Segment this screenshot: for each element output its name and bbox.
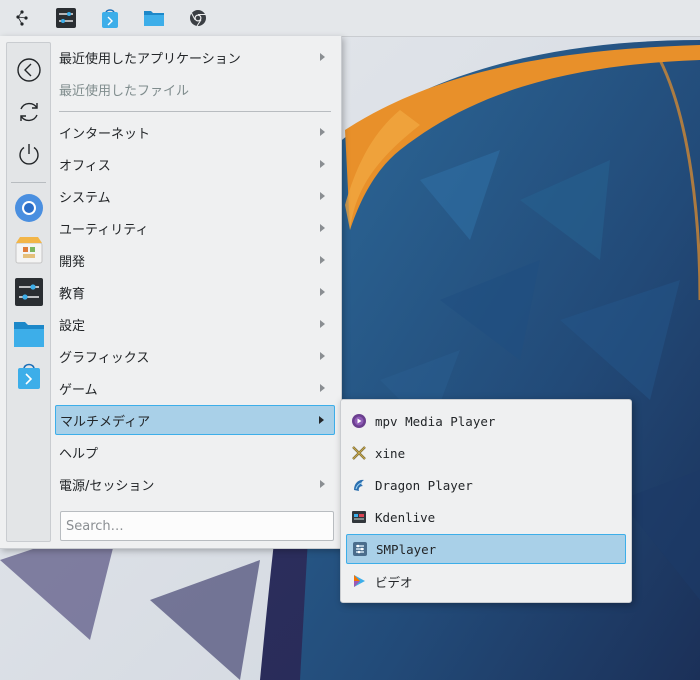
- sidebar-separator: [11, 182, 46, 183]
- submenu-arrow-icon: [320, 384, 325, 392]
- mpv-icon: [351, 413, 367, 429]
- submenu-arrow-icon: [320, 320, 325, 328]
- multimedia-submenu: mpv Media Player xine Dragon Player Kden…: [340, 399, 632, 603]
- menu-item-label: 最近使用したアプリケーション: [59, 51, 241, 67]
- menu-item-office[interactable]: オフィス: [55, 149, 335, 179]
- video-icon: [351, 573, 367, 589]
- submenu-item-kdenlive[interactable]: Kdenlive: [346, 502, 626, 532]
- menu-item-power-session[interactable]: 電源/セッション: [55, 469, 335, 499]
- application-menu: 最近使用したアプリケーション 最近使用したファイル インターネット オフィス シ…: [0, 36, 342, 549]
- refresh-icon: [19, 102, 38, 121]
- submenu-item-label: mpv Media Player: [375, 413, 496, 429]
- search-box: [60, 511, 334, 541]
- submenu-item-smplayer[interactable]: SMPlayer: [346, 534, 626, 564]
- menu-item-label: 設定: [59, 318, 86, 334]
- chrome-icon: [190, 10, 206, 27]
- menu-item-label: 最近使用したファイル: [59, 83, 190, 99]
- menu-item-system[interactable]: システム: [55, 181, 335, 211]
- menu-item-label: 電源/セッション: [59, 478, 155, 494]
- chromium-icon: [14, 193, 43, 222]
- back-arrow-icon: [16, 57, 41, 82]
- restart-button[interactable]: [12, 95, 45, 128]
- settings-sliders-icon: [56, 8, 76, 28]
- submenu-arrow-icon: [320, 53, 325, 61]
- menu-item-label: グラフィックス: [59, 350, 150, 366]
- dragon-player-icon: [351, 477, 367, 493]
- menu-item-education[interactable]: 教育: [55, 277, 335, 307]
- top-panel: [0, 0, 700, 37]
- smplayer-icon: [352, 541, 368, 557]
- submenu-item-label: SMPlayer: [376, 541, 437, 557]
- menu-separator: [59, 111, 331, 112]
- submenu-item-video[interactable]: ビデオ: [346, 566, 626, 596]
- menu-item-recent-files: 最近使用したファイル: [55, 74, 335, 104]
- folder-icon: [13, 321, 44, 347]
- favorite-chromium[interactable]: [12, 191, 45, 224]
- menu-item-label: インターネット: [59, 126, 151, 142]
- favorite-file-manager[interactable]: [12, 317, 45, 350]
- favorite-discover[interactable]: [12, 359, 45, 392]
- favorites-sidebar: [6, 42, 51, 542]
- submenu-item-dragon-player[interactable]: Dragon Player: [346, 470, 626, 500]
- taskbar-system-settings[interactable]: [44, 0, 88, 36]
- menu-item-help[interactable]: ヘルプ: [55, 437, 335, 467]
- submenu-arrow-icon: [320, 288, 325, 296]
- menu-item-label: 教育: [59, 286, 86, 302]
- menu-item-internet[interactable]: インターネット: [55, 117, 335, 147]
- menu-item-label: マルチメディア: [60, 414, 151, 430]
- kde-launcher-icon: [16, 10, 28, 26]
- submenu-arrow-icon: [320, 256, 325, 264]
- submenu-arrow-icon: [320, 160, 325, 168]
- menu-item-label: ヘルプ: [59, 446, 99, 462]
- menu-item-recent-applications[interactable]: 最近使用したアプリケーション: [55, 42, 335, 72]
- menu-item-settings[interactable]: 設定: [55, 309, 335, 339]
- menu-item-label: ゲーム: [59, 382, 98, 398]
- shutdown-button[interactable]: [12, 137, 45, 170]
- submenu-arrow-icon: [320, 352, 325, 360]
- power-icon: [18, 143, 39, 165]
- submenu-arrow-icon: [319, 416, 324, 424]
- menu-item-development[interactable]: 開発: [55, 245, 335, 275]
- submenu-item-mpv[interactable]: mpv Media Player: [346, 406, 626, 436]
- back-button[interactable]: [12, 53, 45, 86]
- submenu-arrow-icon: [320, 128, 325, 136]
- menu-item-utilities[interactable]: ユーティリティ: [55, 213, 335, 243]
- favorite-system-settings[interactable]: [12, 275, 45, 308]
- submenu-item-label: xine: [375, 445, 406, 461]
- shopping-bag-icon: [17, 363, 40, 389]
- favorite-software-store[interactable]: [12, 233, 45, 266]
- menu-item-label: システム: [59, 190, 111, 206]
- kdenlive-icon: [351, 509, 367, 525]
- launcher-button[interactable]: [0, 0, 44, 36]
- package-store-icon: [15, 236, 42, 263]
- menu-item-games[interactable]: ゲーム: [55, 373, 335, 403]
- taskbar-chrome[interactable]: [176, 0, 220, 36]
- submenu-item-xine[interactable]: xine: [346, 438, 626, 468]
- search-input[interactable]: [61, 512, 333, 540]
- submenu-arrow-icon: [320, 192, 325, 200]
- xine-icon: [351, 445, 367, 461]
- folder-icon: [144, 11, 164, 26]
- submenu-item-label: Kdenlive: [375, 509, 436, 525]
- taskbar-discover[interactable]: [88, 0, 132, 36]
- submenu-arrow-icon: [320, 224, 325, 232]
- menu-item-multimedia[interactable]: マルチメディア: [55, 405, 335, 435]
- menu-item-graphics[interactable]: グラフィックス: [55, 341, 335, 371]
- menu-item-label: オフィス: [59, 158, 111, 174]
- taskbar-file-manager[interactable]: [132, 0, 176, 36]
- submenu-item-label: ビデオ: [375, 574, 413, 590]
- menu-item-label: ユーティリティ: [59, 222, 149, 238]
- menu-item-label: 開発: [59, 254, 86, 270]
- submenu-arrow-icon: [320, 480, 325, 488]
- submenu-item-label: Dragon Player: [375, 477, 473, 493]
- shopping-bag-icon: [102, 9, 118, 28]
- settings-sliders-icon: [14, 277, 43, 306]
